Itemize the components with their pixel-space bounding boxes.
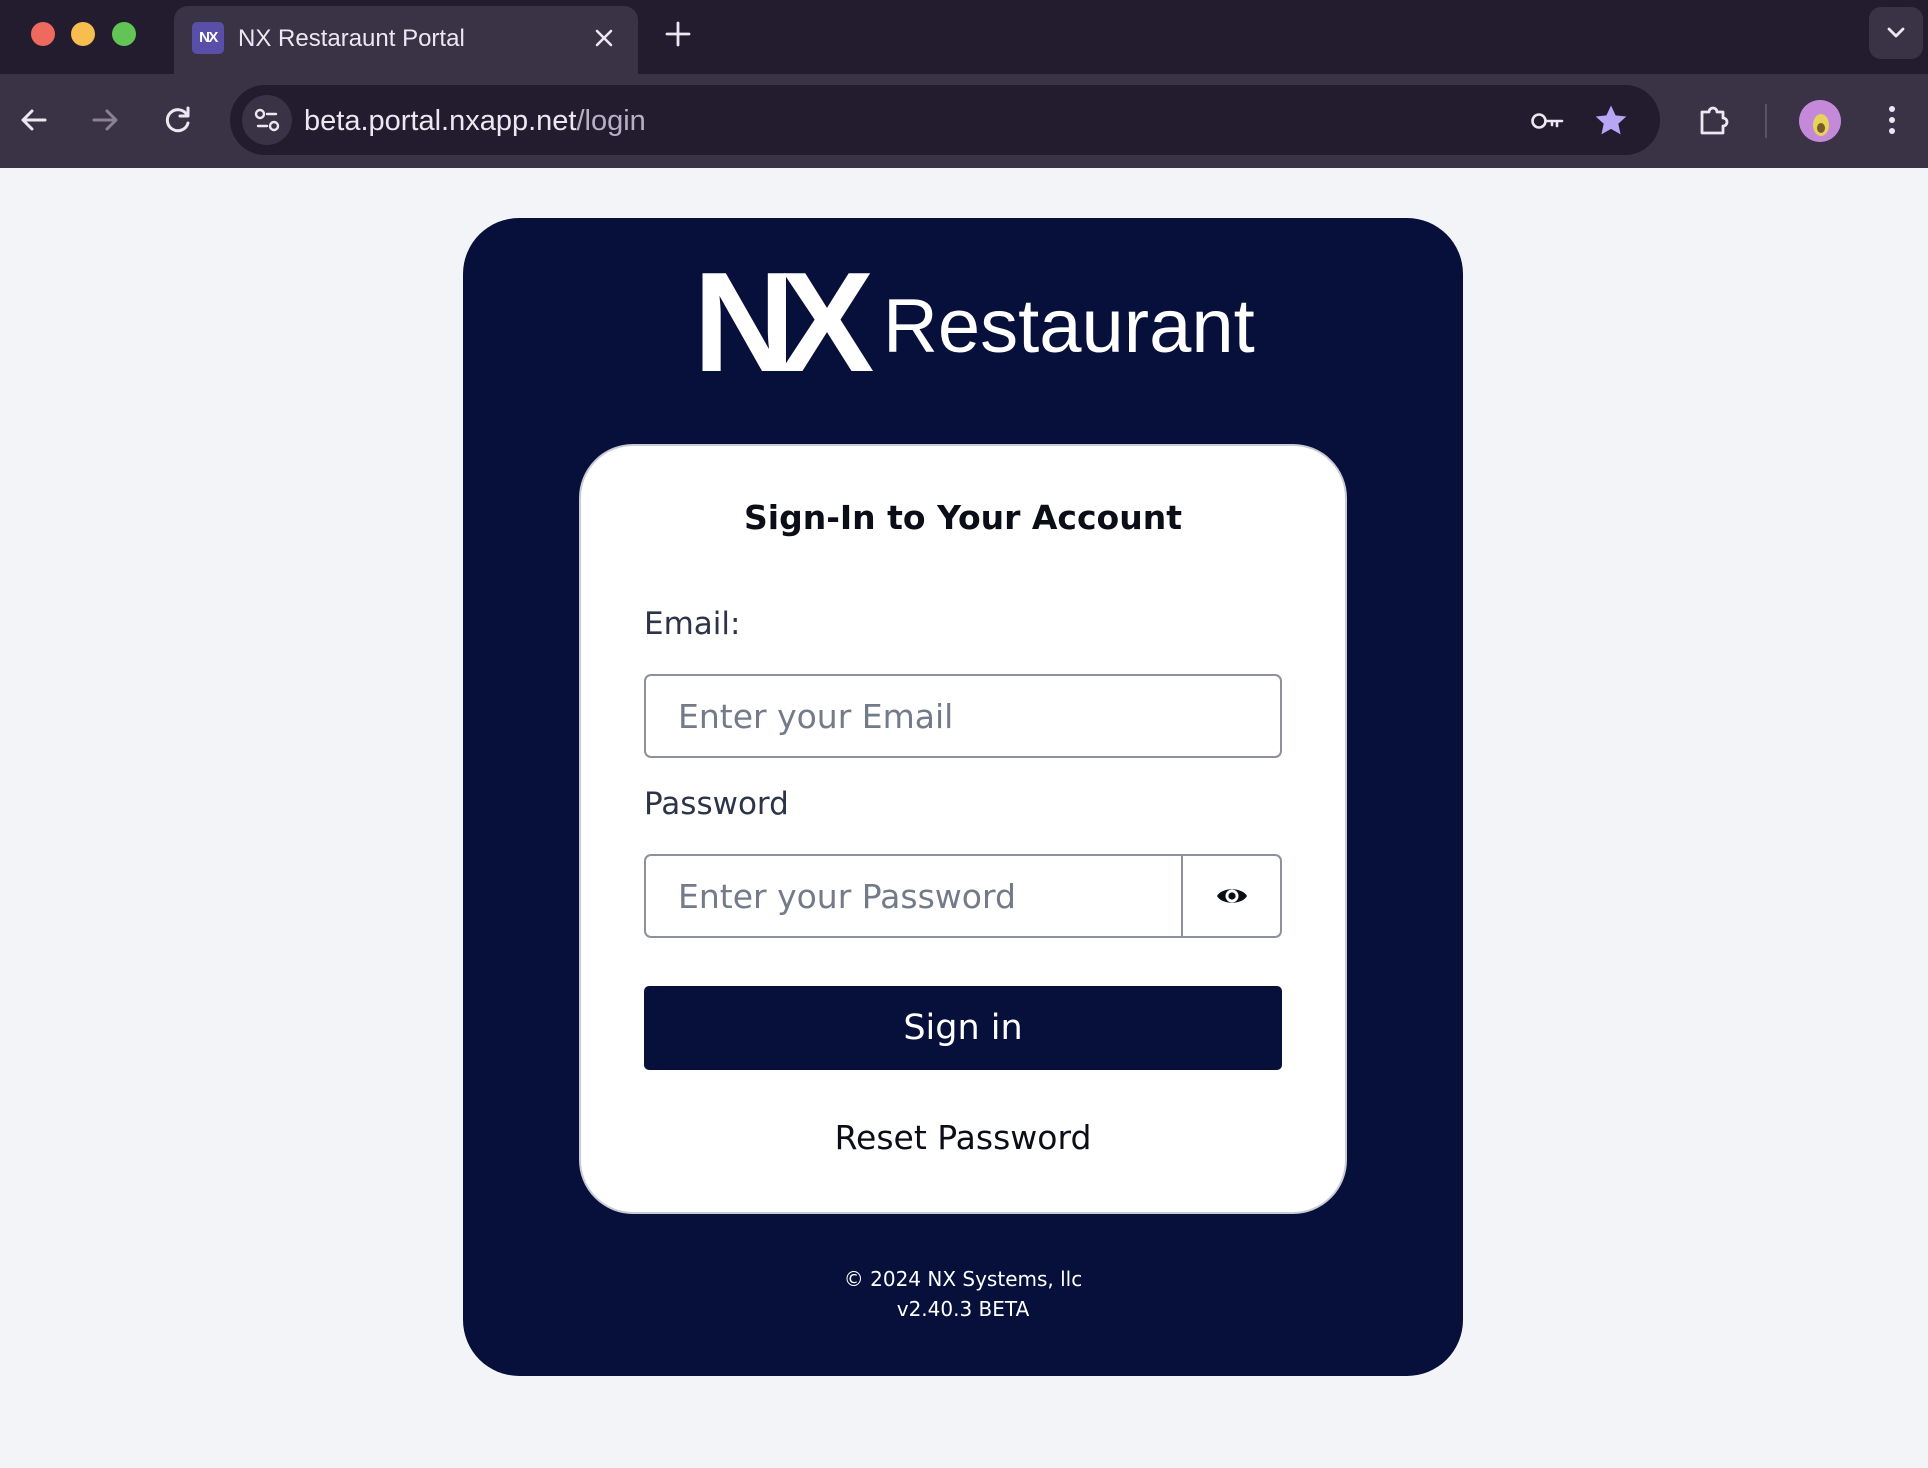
sign-in-button[interactable]: Sign in: [644, 986, 1282, 1070]
window-zoom-button[interactable]: [112, 22, 136, 46]
tune-icon: [254, 108, 280, 132]
url-text[interactable]: beta.portal.nxapp.net/login: [304, 105, 646, 138]
bookmark-button[interactable]: [1592, 102, 1630, 140]
puzzle-icon: [1700, 106, 1729, 135]
password-label: Password: [644, 786, 789, 822]
url-host: beta.portal.nxapp.net: [304, 105, 577, 137]
close-icon: [595, 29, 613, 47]
three-dots-vertical-icon: [1889, 106, 1895, 134]
url-path: /login: [576, 105, 646, 137]
nx-restaurant-logo: NX Restaurant: [693, 243, 1255, 402]
password-input[interactable]: [644, 854, 1183, 938]
copyright-text: © 2024 NX Systems, llc: [843, 1267, 1083, 1291]
site-info-button[interactable]: [242, 95, 292, 145]
extensions-button[interactable]: [1692, 98, 1736, 142]
logo-mark: NX: [693, 268, 874, 378]
tab-favicon: NX: [192, 22, 224, 54]
sign-in-title: Sign-In to Your Account: [744, 498, 1182, 537]
footer: © 2024 NX Systems, llc v2.40.3 BETA: [463, 1264, 1463, 1324]
reload-button[interactable]: [156, 98, 200, 142]
tab-title: NX Restaraunt Portal: [238, 25, 465, 52]
profile-picture-icon: [1799, 100, 1841, 142]
tab-search-button[interactable]: [1869, 7, 1923, 59]
window-minimize-button[interactable]: [71, 22, 95, 46]
window-close-button[interactable]: [31, 22, 55, 46]
page-content: NX Restaurant Sign-In to Your Account Em…: [0, 168, 1928, 1468]
brand-logo: NX Restaurant: [463, 243, 1463, 402]
key-icon: [1531, 113, 1564, 129]
plus-icon: [665, 21, 691, 47]
address-bar[interactable]: beta.portal.nxapp.net/login: [230, 85, 1660, 155]
reset-password-link[interactable]: Reset Password: [581, 1118, 1345, 1157]
browser-tab-active[interactable]: NX NX Restaraunt Portal: [174, 6, 638, 74]
password-manager-button[interactable]: [1528, 102, 1566, 140]
arrow-left-icon: [21, 109, 47, 131]
browser-toolbar: beta.portal.nxapp.net/login: [0, 74, 1928, 168]
reload-icon: [165, 106, 190, 133]
back-button[interactable]: [12, 98, 56, 142]
email-label: Email:: [644, 606, 741, 642]
password-visibility-toggle[interactable]: [1181, 854, 1282, 938]
forward-button[interactable]: [83, 98, 127, 142]
tab-close-button[interactable]: [588, 22, 620, 54]
new-tab-button[interactable]: [662, 18, 694, 50]
version-text: v2.40.3 BETA: [896, 1297, 1030, 1321]
sign-in-card: Sign-In to Your Account Email: Password …: [579, 444, 1347, 1214]
login-panel: NX Restaurant Sign-In to Your Account Em…: [463, 218, 1463, 1376]
logo-word: Restaurant: [883, 284, 1255, 369]
browser-tab-bar: NX NX Restaraunt Portal: [0, 0, 1928, 74]
email-input[interactable]: [644, 674, 1282, 758]
eye-icon: [1216, 889, 1247, 903]
arrow-right-icon: [92, 109, 118, 131]
star-icon: [1595, 105, 1627, 135]
chevron-down-icon: [1887, 27, 1905, 38]
browser-menu-button[interactable]: [1870, 98, 1914, 142]
profile-avatar[interactable]: [1799, 100, 1841, 142]
toolbar-divider: [1765, 104, 1767, 138]
